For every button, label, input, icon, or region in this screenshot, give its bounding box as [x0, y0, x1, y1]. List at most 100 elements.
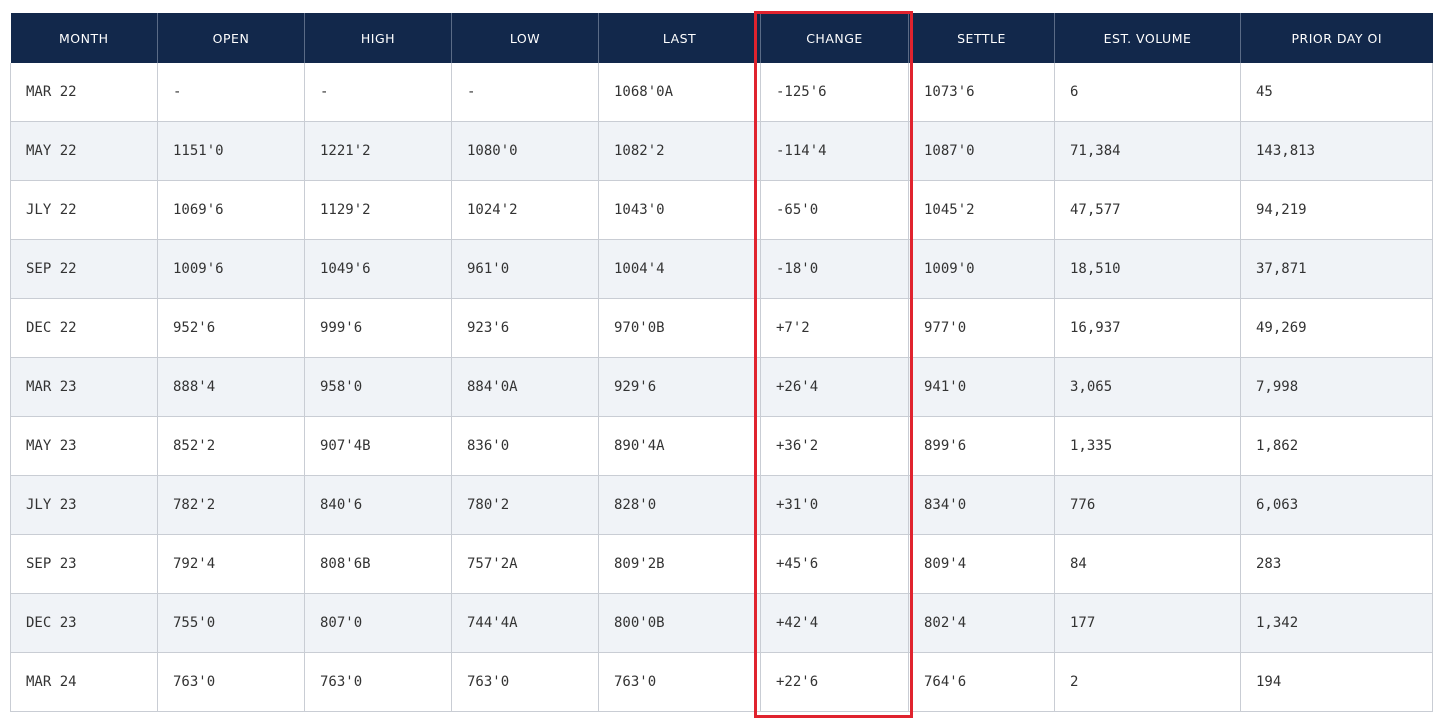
cell-month: MAR 22 [10, 63, 158, 122]
cell-low: 884'0A [451, 357, 599, 417]
cell-high: 1049'6 [304, 239, 452, 299]
cell-est-volume: 177 [1054, 593, 1241, 653]
cell-low: 763'0 [451, 652, 599, 712]
header-high[interactable]: HIGH [304, 13, 452, 63]
cell-high: 958'0 [304, 357, 452, 417]
header-prior-day-oi[interactable]: PRIOR DAY OI [1240, 13, 1433, 63]
cell-est-volume: 6 [1054, 63, 1241, 122]
cell-last: 763'0 [598, 652, 761, 712]
cell-open: 888'4 [157, 357, 305, 417]
cell-month: MAY 22 [10, 121, 158, 181]
cell-prior-day-oi: 1,342 [1240, 593, 1433, 653]
cell-last: 1082'2 [598, 121, 761, 181]
cell-change: +45'6 [760, 534, 909, 594]
cell-open: 952'6 [157, 298, 305, 358]
header-last[interactable]: LAST [598, 13, 761, 63]
cell-prior-day-oi: 6,063 [1240, 475, 1433, 535]
cell-est-volume: 3,065 [1054, 357, 1241, 417]
cell-prior-day-oi: 283 [1240, 534, 1433, 594]
cell-change: +22'6 [760, 652, 909, 712]
cell-settle: 809'4 [908, 534, 1055, 594]
cell-open: - [157, 63, 305, 122]
cell-est-volume: 84 [1054, 534, 1241, 594]
table-row: MAY 22 1151'0 1221'2 1080'0 1082'2 -114'4 1087… [10, 121, 1433, 181]
cell-high: 807'0 [304, 593, 452, 653]
cell-settle: 977'0 [908, 298, 1055, 358]
cell-month: SEP 23 [10, 534, 158, 594]
cell-prior-day-oi: 49,269 [1240, 298, 1433, 358]
cell-settle: 899'6 [908, 416, 1055, 476]
table-row: DEC 22 952'6 999'6 923'6 970'0B +7'2 977'0 16,9… [10, 298, 1433, 358]
cell-open: 1069'6 [157, 180, 305, 240]
cell-settle: 764'6 [908, 652, 1055, 712]
cell-prior-day-oi: 7,998 [1240, 357, 1433, 417]
cell-est-volume: 1,335 [1054, 416, 1241, 476]
table-row: JLY 23 782'2 840'6 780'2 828'0 +31'0 834'0 776 6… [10, 475, 1433, 535]
cell-high: 907'4B [304, 416, 452, 476]
header-low[interactable]: LOW [451, 13, 599, 63]
cell-settle: 802'4 [908, 593, 1055, 653]
header-change[interactable]: CHANGE [760, 13, 909, 63]
cell-open: 782'2 [157, 475, 305, 535]
cell-change: +31'0 [760, 475, 909, 535]
cell-settle: 1087'0 [908, 121, 1055, 181]
cell-est-volume: 71,384 [1054, 121, 1241, 181]
cell-high: 1221'2 [304, 121, 452, 181]
header-est-volume[interactable]: EST. VOLUME [1054, 13, 1241, 63]
futures-quotes-table: MONTH OPEN HIGH LOW LAST CHANGE SETTLE E… [10, 13, 1433, 712]
cell-open: 852'2 [157, 416, 305, 476]
header-month[interactable]: MONTH [10, 13, 158, 63]
header-settle[interactable]: SETTLE [908, 13, 1055, 63]
header-open[interactable]: OPEN [157, 13, 305, 63]
cell-low: 961'0 [451, 239, 599, 299]
cell-low: 744'4A [451, 593, 599, 653]
cell-change: -125'6 [760, 63, 909, 122]
cell-prior-day-oi: 45 [1240, 63, 1433, 122]
cell-high: - [304, 63, 452, 122]
cell-open: 763'0 [157, 652, 305, 712]
cell-change: +36'2 [760, 416, 909, 476]
cell-prior-day-oi: 37,871 [1240, 239, 1433, 299]
cell-change: -65'0 [760, 180, 909, 240]
cell-est-volume: 16,937 [1054, 298, 1241, 358]
cell-settle: 1045'2 [908, 180, 1055, 240]
cell-month: JLY 22 [10, 180, 158, 240]
table-row: SEP 22 1009'6 1049'6 961'0 1004'4 -18'0 1009'0… [10, 239, 1433, 299]
table-row: MAR 24 763'0 763'0 763'0 763'0 +22'6 764'6 2 194 [10, 652, 1433, 712]
table-row: MAR 22- - -1068'0A -125'6 1073'6 6 45 [10, 63, 1433, 122]
cell-low: 1024'2 [451, 180, 599, 240]
cell-month: DEC 23 [10, 593, 158, 653]
cell-change: -114'4 [760, 121, 909, 181]
cell-low: 1080'0 [451, 121, 599, 181]
cell-open: 1151'0 [157, 121, 305, 181]
cell-high: 1129'2 [304, 180, 452, 240]
cell-settle: 1009'0 [908, 239, 1055, 299]
cell-change: -18'0 [760, 239, 909, 299]
cell-last: 828'0 [598, 475, 761, 535]
cell-prior-day-oi: 94,219 [1240, 180, 1433, 240]
cell-last: 1004'4 [598, 239, 761, 299]
cell-settle: 941'0 [908, 357, 1055, 417]
cell-change: +42'4 [760, 593, 909, 653]
cell-month: DEC 22 [10, 298, 158, 358]
table-row: SEP 23 792'4 808'6B 757'2A 809'2B +45'6 809'4 8… [10, 534, 1433, 594]
cell-last: 929'6 [598, 357, 761, 417]
cell-low: 757'2A [451, 534, 599, 594]
cell-last: 890'4A [598, 416, 761, 476]
cell-month: SEP 22 [10, 239, 158, 299]
cell-low: - [451, 63, 599, 122]
cell-month: MAR 23 [10, 357, 158, 417]
cell-last: 1043'0 [598, 180, 761, 240]
cell-prior-day-oi: 1,862 [1240, 416, 1433, 476]
table-row: MAY 23 852'2 907'4B 836'0 890'4A +36'2 899'6 1,… [10, 416, 1433, 476]
cell-low: 923'6 [451, 298, 599, 358]
cell-change: +7'2 [760, 298, 909, 358]
cell-last: 1068'0A [598, 63, 761, 122]
table-row: MAR 23 888'4 958'0 884'0A 929'6 +26'4 941'0 3,0… [10, 357, 1433, 417]
cell-prior-day-oi: 194 [1240, 652, 1433, 712]
cell-est-volume: 18,510 [1054, 239, 1241, 299]
cell-prior-day-oi: 143,813 [1240, 121, 1433, 181]
cell-est-volume: 776 [1054, 475, 1241, 535]
cell-open: 755'0 [157, 593, 305, 653]
cell-last: 970'0B [598, 298, 761, 358]
